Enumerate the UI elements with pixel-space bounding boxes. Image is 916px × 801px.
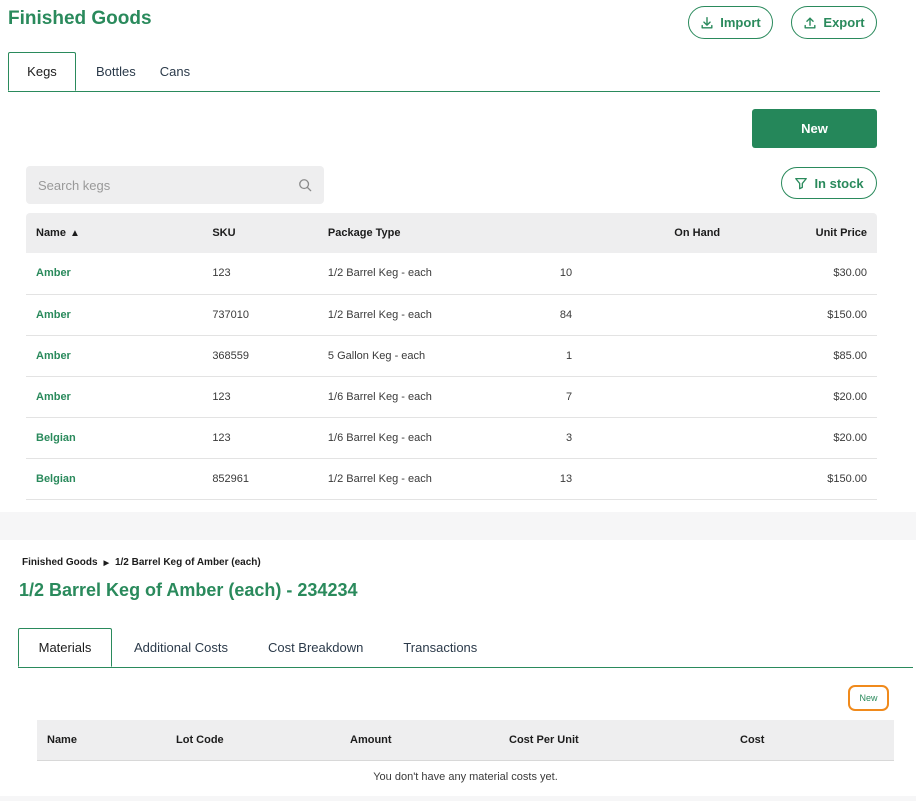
sort-up-icon: ▲ xyxy=(69,228,80,239)
column-header-name[interactable]: Name xyxy=(37,720,166,760)
tab-cans[interactable]: Cans xyxy=(156,52,210,91)
column-header-package-type[interactable]: Package Type xyxy=(327,213,560,253)
export-button[interactable]: Export xyxy=(791,6,877,39)
cell-unit-price: $150.00 xyxy=(730,458,877,500)
cell-name: Amber xyxy=(26,253,213,295)
download-icon xyxy=(701,16,713,29)
upload-icon xyxy=(804,16,816,29)
in-stock-label: In stock xyxy=(814,175,864,191)
detail-tabs: Materials Additional Costs Cost Breakdow… xyxy=(18,628,913,668)
cell-on-hand: 1 xyxy=(559,335,731,377)
new-material-button[interactable]: New xyxy=(848,685,889,711)
tab-materials[interactable]: Materials xyxy=(18,628,112,667)
table-row[interactable]: Amber 123 1/6 Barrel Keg - each 7 $20.00 xyxy=(26,376,877,418)
cell-unit-price: $85.00 xyxy=(730,335,877,377)
cell-sku: 852961 xyxy=(212,458,328,500)
cell-name: Amber xyxy=(26,335,213,377)
column-header-unit-price[interactable]: Unit Price xyxy=(730,213,877,253)
cell-on-hand: 3 xyxy=(559,417,731,459)
cell-on-hand: 13 xyxy=(559,458,731,500)
breadcrumb-current: 1/2 Barrel Keg of Amber (each) xyxy=(114,557,261,568)
finished-goods-panel: Finished Goods Import Export Kegs Bottle… xyxy=(0,0,916,512)
cell-name: Amber xyxy=(26,294,213,336)
column-header-cost-per-unit[interactable]: Cost Per Unit xyxy=(499,720,730,760)
column-header-amount[interactable]: Amount xyxy=(340,720,499,760)
cell-sku: 123 xyxy=(212,253,328,295)
export-label: Export xyxy=(823,15,865,30)
product-name-link[interactable]: Amber xyxy=(36,391,71,403)
product-name-link[interactable]: Belgian xyxy=(36,473,76,485)
new-keg-button[interactable]: New xyxy=(752,109,877,148)
filter-icon xyxy=(795,177,808,190)
product-name-link[interactable]: Amber xyxy=(36,267,71,279)
product-name-link[interactable]: Amber xyxy=(36,309,71,321)
cell-unit-price: $150.00 xyxy=(730,294,877,336)
tab-cost-breakdown[interactable]: Cost Breakdown xyxy=(248,628,383,667)
cell-unit-price: $20.00 xyxy=(730,417,877,459)
tab-bottles[interactable]: Bottles xyxy=(76,52,156,91)
import-label: Import xyxy=(720,15,761,30)
column-header-name[interactable]: Name ▲ xyxy=(26,213,213,253)
breadcrumb: Finished Goods ▶ 1/2 Barrel Keg of Amber… xyxy=(22,557,261,568)
divider xyxy=(37,760,894,761)
cell-sku: 737010 xyxy=(212,294,328,336)
table-header-row: Name Lot Code Amount Cost Per Unit Cost xyxy=(37,720,894,760)
empty-state-message: You don't have any material costs yet. xyxy=(373,771,558,783)
cell-package-type: 1/6 Barrel Keg - each xyxy=(327,376,560,418)
table-row[interactable]: Belgian 123 1/6 Barrel Keg - each 3 $20.00 xyxy=(26,417,877,459)
column-header-lot-code[interactable]: Lot Code xyxy=(166,720,340,760)
table-row[interactable]: Amber 123 1/2 Barrel Keg - each 10 $30.00 xyxy=(26,253,877,295)
cell-name: Belgian xyxy=(26,458,213,500)
kegs-table: Name ▲ SKU Package Type On Hand Unit Pric… xyxy=(26,213,877,500)
table-row[interactable]: Belgian 852961 1/2 Barrel Keg - each 13 $150… xyxy=(26,458,877,500)
materials-table: Name Lot Code Amount Cost Per Unit Cost xyxy=(37,720,894,760)
cell-sku: 123 xyxy=(212,376,328,418)
page-title: Finished Goods xyxy=(8,8,152,29)
product-name-link[interactable]: Belgian xyxy=(36,432,76,444)
cell-on-hand: 7 xyxy=(559,376,731,418)
kegs-table-body: Amber 123 1/2 Barrel Keg - each 10 $30.00 Amb… xyxy=(26,253,877,500)
product-name-link[interactable]: Amber xyxy=(36,350,71,362)
table-row[interactable]: Amber 737010 1/2 Barrel Keg - each 84 $150.0… xyxy=(26,294,877,336)
caret-right-icon: ▶ xyxy=(103,559,109,567)
breadcrumb-finished-goods[interactable]: Finished Goods xyxy=(22,557,98,568)
cell-on-hand: 10 xyxy=(559,253,731,295)
column-header-cost[interactable]: Cost xyxy=(730,720,894,760)
tab-transactions[interactable]: Transactions xyxy=(383,628,497,667)
tab-additional-costs[interactable]: Additional Costs xyxy=(112,628,248,667)
search-box xyxy=(26,166,324,204)
import-button[interactable]: Import xyxy=(688,6,773,39)
cell-package-type: 1/2 Barrel Keg - each xyxy=(327,253,560,295)
table-row[interactable]: Amber 368559 5 Gallon Keg - each 1 $85.00 xyxy=(26,335,877,377)
cell-unit-price: $20.00 xyxy=(730,376,877,418)
in-stock-filter-button[interactable]: In stock xyxy=(781,167,877,199)
cell-package-type: 1/2 Barrel Keg - each xyxy=(327,458,560,500)
cell-unit-price: $30.00 xyxy=(730,253,877,295)
cell-name: Amber xyxy=(26,376,213,418)
product-type-tabs: Kegs Bottles Cans xyxy=(8,52,880,92)
cell-package-type: 1/6 Barrel Keg - each xyxy=(327,417,560,459)
cell-package-type: 5 Gallon Keg - each xyxy=(327,335,560,377)
cell-sku: 368559 xyxy=(212,335,328,377)
cell-package-type: 1/2 Barrel Keg - each xyxy=(327,294,560,336)
tab-kegs[interactable]: Kegs xyxy=(8,52,76,91)
cell-on-hand: 84 xyxy=(559,294,731,336)
detail-title: 1/2 Barrel Keg of Amber (each) - 234234 xyxy=(19,580,358,600)
column-header-on-hand[interactable]: On Hand xyxy=(559,213,731,253)
search-icon[interactable] xyxy=(298,178,312,192)
table-header-row: Name ▲ SKU Package Type On Hand Unit Pric… xyxy=(26,213,877,253)
search-input[interactable] xyxy=(38,177,298,193)
cell-name: Belgian xyxy=(26,417,213,459)
column-header-sku[interactable]: SKU xyxy=(212,213,328,253)
cell-sku: 123 xyxy=(212,417,328,459)
